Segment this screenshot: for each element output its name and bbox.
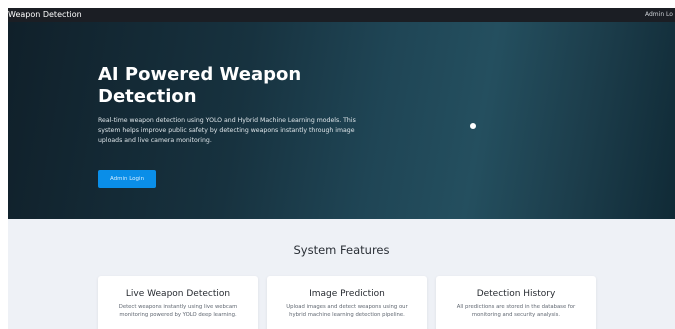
- features-title: System Features: [293, 243, 390, 257]
- feature-card-description: All predictions are stored in the databa…: [456, 304, 576, 318]
- feature-card-image-prediction[interactable]: Image Prediction Upload images and detec…: [267, 276, 427, 329]
- page: Weapon Detection Admin Lo AI Powered Wea…: [8, 8, 675, 329]
- feature-card-description: Upload images and detect weapons using o…: [286, 304, 408, 318]
- feature-card-description: Detect weapons instantly using live webc…: [118, 304, 238, 318]
- hero-title: AI Powered Weapon Detection: [98, 64, 302, 107]
- feature-card-title: Detection History: [476, 289, 556, 299]
- admin-nav-link[interactable]: Admin Lo: [645, 10, 673, 20]
- feature-card-detection-history[interactable]: Detection History All predictions are st…: [436, 276, 596, 329]
- navbar: Weapon Detection Admin Lo: [8, 8, 675, 22]
- hero-section: AI Powered Weapon Detection Real-time we…: [8, 22, 675, 219]
- admin-login-button[interactable]: Admin Login: [98, 170, 156, 188]
- feature-card-title: Live Weapon Detection: [125, 289, 231, 299]
- brand-link[interactable]: Weapon Detection: [8, 9, 82, 21]
- feature-card-title: Image Prediction: [309, 289, 385, 299]
- cursor-dot: [470, 123, 476, 129]
- features-section: System Features Live Weapon Detection De…: [8, 219, 675, 329]
- hero-description: Real-time weapon detection using YOLO an…: [98, 117, 356, 145]
- feature-card-live-detection[interactable]: Live Weapon Detection Detect weapons ins…: [98, 276, 258, 329]
